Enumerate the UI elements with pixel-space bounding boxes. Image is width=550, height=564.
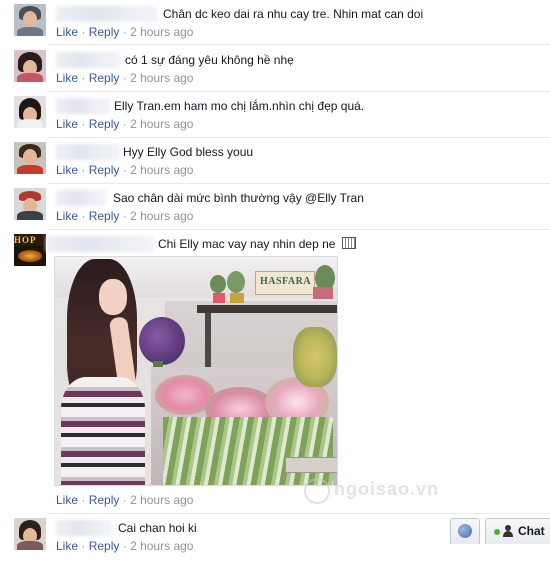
commenter-name[interactable] xyxy=(56,98,110,114)
person-face xyxy=(99,279,127,315)
avatar[interactable]: HOP xyxy=(14,234,46,266)
reply-link[interactable]: Reply xyxy=(89,539,120,553)
comment-timestamp[interactable]: 2 hours ago xyxy=(130,493,193,507)
divider xyxy=(48,137,550,138)
flower-bouquet xyxy=(139,317,185,365)
comment-actions: Like · Reply · 2 hours ago xyxy=(56,71,194,85)
comment-actions: Like · Reply · 2 hours ago xyxy=(56,209,194,223)
reply-link[interactable]: Reply xyxy=(89,209,120,223)
reply-link[interactable]: Reply xyxy=(89,117,120,131)
comment-text: Hyy Elly God bless youu xyxy=(123,145,254,159)
comment-actions: Like · Reply · 2 hours ago xyxy=(56,163,194,177)
chat-label: Chat xyxy=(518,524,545,538)
reply-link[interactable]: Reply xyxy=(89,71,120,85)
reply-link[interactable]: Reply xyxy=(89,25,120,39)
comment-actions: Like · Reply · 2 hours ago xyxy=(56,117,194,131)
commenter-name[interactable] xyxy=(56,6,158,22)
avatar[interactable] xyxy=(14,518,46,550)
like-link[interactable]: Like xyxy=(56,163,78,177)
avatar-label: HOP xyxy=(14,235,37,245)
avatar[interactable] xyxy=(14,50,46,82)
comment-timestamp[interactable]: 2 hours ago xyxy=(130,25,193,39)
commenter-name[interactable] xyxy=(56,144,120,160)
comment-actions: Like · Reply · 2 hours ago xyxy=(56,25,194,39)
divider xyxy=(48,229,550,230)
globe-button[interactable] xyxy=(450,518,480,544)
like-link[interactable]: Like xyxy=(56,71,78,85)
globe-icon xyxy=(458,524,472,538)
chat-status-dot xyxy=(494,529,500,535)
comment-item: có 1 sự đáng yêu không hề nhẹ Like · Rep… xyxy=(0,50,550,96)
comment-item: Elly Tran.em ham mo chị lắm.nhìn chị đẹp… xyxy=(0,96,550,142)
divider xyxy=(48,91,550,92)
comment-text: có 1 sự đáng yêu không hề nhẹ xyxy=(125,53,294,67)
comment-actions: Like · Reply · 2 hours ago xyxy=(56,539,194,553)
like-link[interactable]: Like xyxy=(56,493,78,507)
avatar[interactable] xyxy=(14,188,46,220)
comment-text: Chân dc keo dai ra nhu cay tre. Nhin mat… xyxy=(163,7,424,21)
comment-timestamp[interactable]: 2 hours ago xyxy=(130,117,193,131)
comment-timestamp[interactable]: 2 hours ago xyxy=(130,209,193,223)
commenter-name[interactable] xyxy=(56,520,112,536)
divider xyxy=(48,183,550,184)
comment-actions: Like · Reply · 2 hours ago xyxy=(56,493,194,507)
comment-item: Sao chân dài mức bình thường vậy @Elly T… xyxy=(0,188,550,234)
chat-icon xyxy=(503,525,513,537)
avatar[interactable] xyxy=(14,96,46,128)
comment-timestamp[interactable]: 2 hours ago xyxy=(130,539,193,553)
like-link[interactable]: Like xyxy=(56,117,78,131)
avatar[interactable] xyxy=(14,4,46,36)
like-link[interactable]: Like xyxy=(56,25,78,39)
comment-text: Sao chân dài mức bình thường vậy @Elly T… xyxy=(113,191,364,205)
comment-text: Elly Tran.em ham mo chị lắm.nhìn chị đẹp… xyxy=(114,99,365,113)
comment-timestamp[interactable]: 2 hours ago xyxy=(130,163,193,177)
shop-sign: HASFARA xyxy=(255,271,315,295)
comment-text: Cai chan hoi ki xyxy=(118,521,197,535)
comment-text: Chi Elly mac vay nay nhin dep ne xyxy=(158,237,356,251)
person-dress xyxy=(61,377,145,485)
commenter-name[interactable] xyxy=(56,190,106,206)
divider xyxy=(48,513,550,514)
reply-link[interactable]: Reply xyxy=(89,163,120,177)
comment-item: Hyy Elly God bless youu Like · Reply · 2… xyxy=(0,142,550,188)
divider xyxy=(48,44,550,45)
commenter-name[interactable] xyxy=(56,52,120,68)
attached-photo[interactable]: HASFARA xyxy=(54,256,338,486)
commenter-name[interactable] xyxy=(46,236,154,252)
comment-timestamp[interactable]: 2 hours ago xyxy=(130,71,193,85)
like-link[interactable]: Like xyxy=(56,539,78,553)
emoji-icon xyxy=(341,237,356,249)
like-link[interactable]: Like xyxy=(56,209,78,223)
reply-link[interactable]: Reply xyxy=(89,493,120,507)
avatar[interactable] xyxy=(14,142,46,174)
chat-button[interactable]: Chat xyxy=(485,518,550,544)
